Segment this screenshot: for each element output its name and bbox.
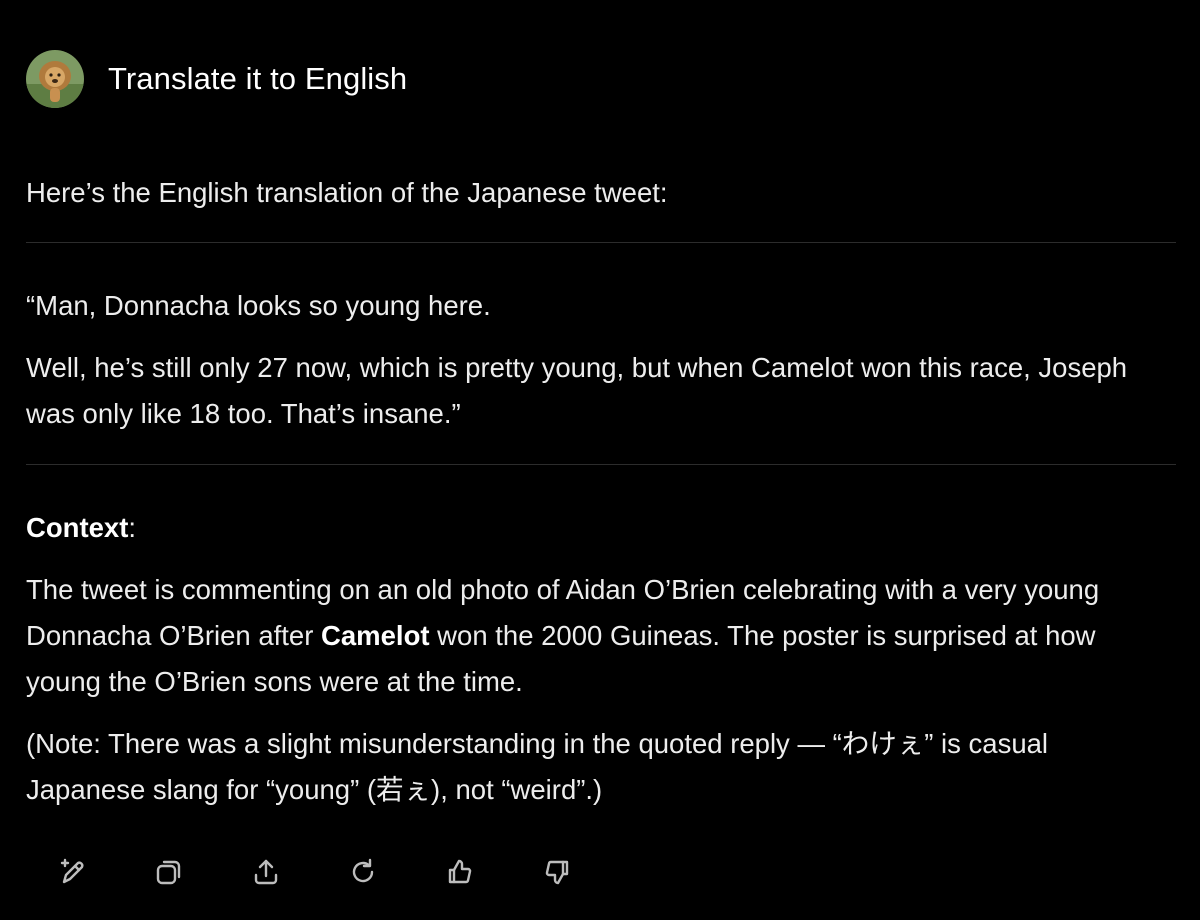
- divider: [26, 464, 1176, 465]
- thumbs-up-icon: [448, 859, 472, 884]
- edit-sparkle-icon: [60, 858, 84, 884]
- user-message-text: Translate it to English: [108, 61, 408, 96]
- copy-button[interactable]: [149, 852, 189, 892]
- edit-button[interactable]: [52, 852, 92, 892]
- copy-icon: [156, 860, 181, 885]
- context-paragraph: The tweet is commenting on an old photo …: [26, 567, 1146, 705]
- user-message-row: Translate it to English: [26, 50, 407, 108]
- response-intro: Here’s the English translation of the Ja…: [26, 177, 668, 208]
- note-paragraph: (Note: There was a slight misunderstandi…: [26, 728, 1049, 805]
- divider: [26, 242, 1176, 243]
- context-heading-label: Context: [26, 512, 129, 543]
- avatar-image: [26, 50, 84, 108]
- thumbs-up-button[interactable]: [440, 852, 480, 892]
- context-heading-colon: :: [128, 512, 137, 543]
- response-actions-bar: [52, 852, 634, 892]
- avatar[interactable]: [26, 50, 84, 108]
- translation-line-2: Well, he’s still only 27 now, which is p…: [26, 352, 1128, 429]
- share-icon: [254, 859, 278, 885]
- share-button[interactable]: [246, 852, 286, 892]
- context-bold-camelot: Camelot: [321, 620, 430, 651]
- thumbs-down-icon: [545, 860, 569, 885]
- translation-line-1: “Man, Donnacha looks so young here.: [26, 290, 491, 321]
- context-heading: Context:: [26, 505, 136, 551]
- thumbs-down-button[interactable]: [537, 852, 577, 892]
- regenerate-button[interactable]: [343, 852, 383, 892]
- regenerate-icon: [352, 858, 374, 883]
